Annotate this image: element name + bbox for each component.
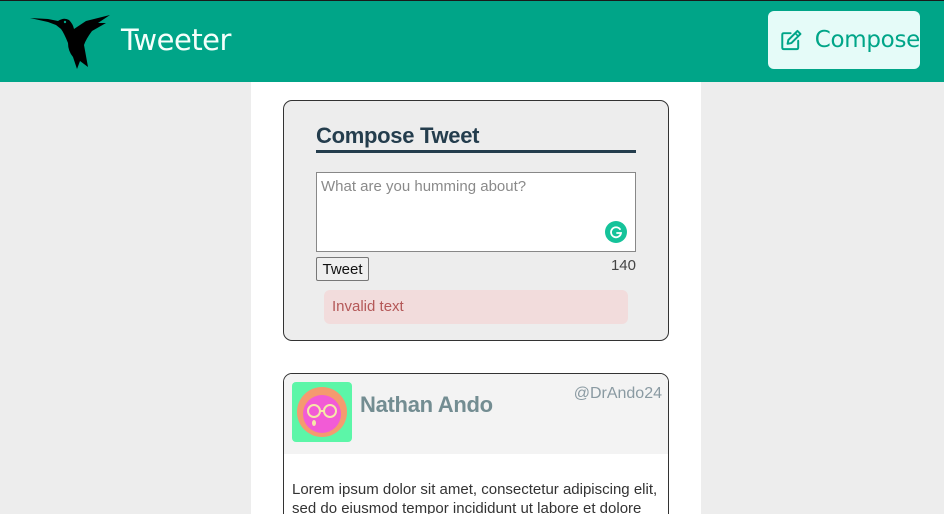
brand-title: Tweeter — [121, 23, 231, 57]
pencil-square-icon — [781, 29, 802, 51]
compose-toggle-button[interactable]: Compose — [768, 11, 920, 69]
tweet-content: Lorem ipsum dolor sit amet, consectetur … — [292, 481, 658, 514]
avatar — [292, 382, 352, 442]
tweet-header: Nathan Ando @DrAndo24 — [284, 374, 668, 454]
hummingbird-logo-icon — [30, 15, 110, 69]
error-message: Invalid text — [324, 290, 628, 324]
character-counter: 140 — [610, 257, 636, 274]
tweet-text-input[interactable] — [316, 172, 636, 252]
tweet-author-handle: @DrAndo24 — [573, 385, 662, 402]
tweet-card: Nathan Ando @DrAndo24 Lorem ipsum dolor … — [283, 373, 669, 514]
compose-tweet-section: Compose Tweet Tweet 140 Invalid text — [283, 100, 669, 341]
tweet-author-name: Nathan Ando — [360, 392, 493, 417]
tweet-submit-button[interactable]: Tweet — [316, 257, 369, 281]
compose-title: Compose Tweet — [316, 123, 636, 153]
compose-label: Compose — [814, 27, 921, 53]
navbar: Tweeter Compose — [0, 0, 944, 82]
grammarly-icon[interactable] — [605, 221, 627, 243]
